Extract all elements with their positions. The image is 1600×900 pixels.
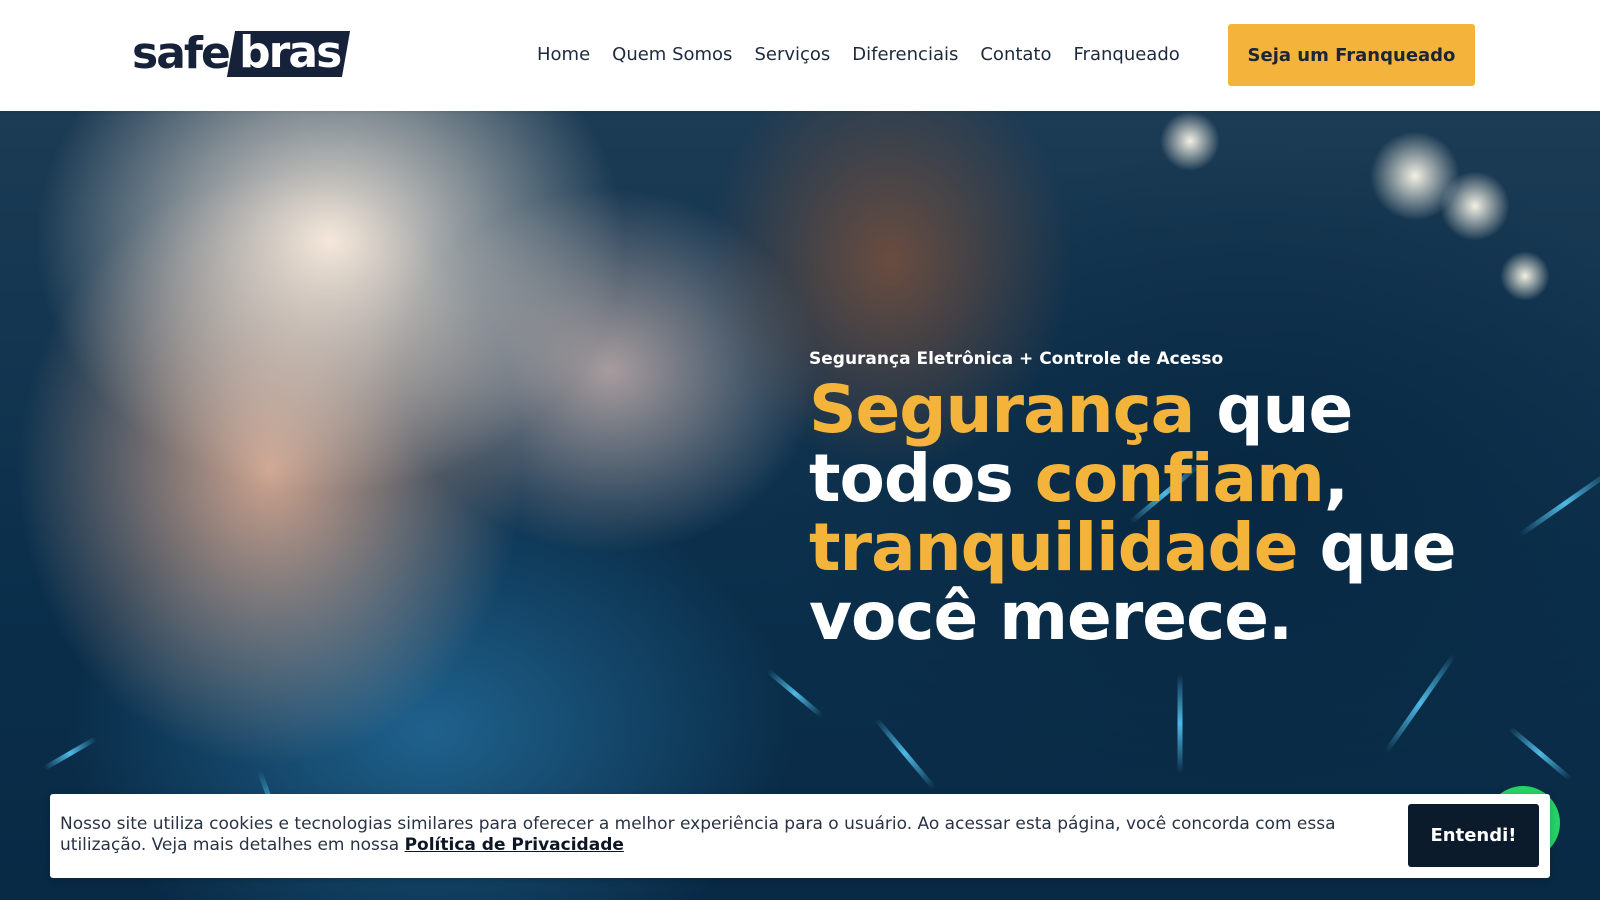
nav-item-franqueado[interactable]: Franqueado [1074,41,1180,69]
cookie-message: Nosso site utiliza cookies e tecnologias… [60,814,1390,856]
nav-item-home[interactable]: Home [537,41,590,69]
light-streak [1507,725,1573,782]
headline-comma: , [1323,440,1349,517]
headline-word-todos: todos [809,440,1035,517]
cookie-text: Nosso site utiliza cookies e tecnologias… [60,814,1336,855]
headline-word-confiam: confiam [1034,440,1325,517]
site-header: safe bras Home Quem Somos Serviços Difer… [0,0,1600,111]
logo-text-bras-inner: bras [239,27,341,78]
light-streak [1177,673,1183,774]
headline-word-seguranca: Segurança [809,371,1195,448]
nav-item-quem-somos[interactable]: Quem Somos [612,41,732,69]
bokeh-light [1440,171,1510,241]
light-streak [42,736,98,771]
headline-word-voce-merece: você merece. [809,578,1293,655]
headline-word-que-2: que [1297,509,1456,586]
logo-text-bras: bras [226,27,351,78]
hero-subtitle: Segurança Eletrônica + Controle de Acess… [809,349,1224,369]
light-streak [766,669,824,718]
nav-item-diferenciais[interactable]: Diferenciais [852,41,958,69]
bokeh-light [1500,251,1550,301]
headline-word-tranquilidade: tranquilidade [809,509,1299,586]
safebras-logo[interactable]: safe bras [132,27,351,79]
cookie-banner: Nosso site utiliza cookies e tecnologias… [50,794,1550,878]
main-nav: Home Quem Somos Serviços Diferenciais Co… [537,41,1180,69]
privacy-policy-link[interactable]: Política de Privacidade [405,835,624,855]
cookie-accept-button[interactable]: Entendi! [1408,804,1539,867]
light-streak [1518,469,1600,538]
nav-item-contato[interactable]: Contato [980,41,1051,69]
light-streak [874,717,936,790]
headline-word-que: que [1194,371,1353,448]
bokeh-light [1160,111,1220,171]
nav-item-servicos[interactable]: Serviços [754,41,830,69]
logo-text-safe: safe [132,28,231,79]
light-streak [1383,652,1457,755]
hero-headline: Segurança que todos confiam, tranquilida… [809,375,1529,651]
hero-text-block: Segurança Eletrônica + Controle de Acess… [809,345,1529,651]
franchise-cta-button[interactable]: Seja um Franqueado [1228,24,1475,86]
hero-section: Segurança Eletrônica + Controle de Acess… [0,111,1600,900]
